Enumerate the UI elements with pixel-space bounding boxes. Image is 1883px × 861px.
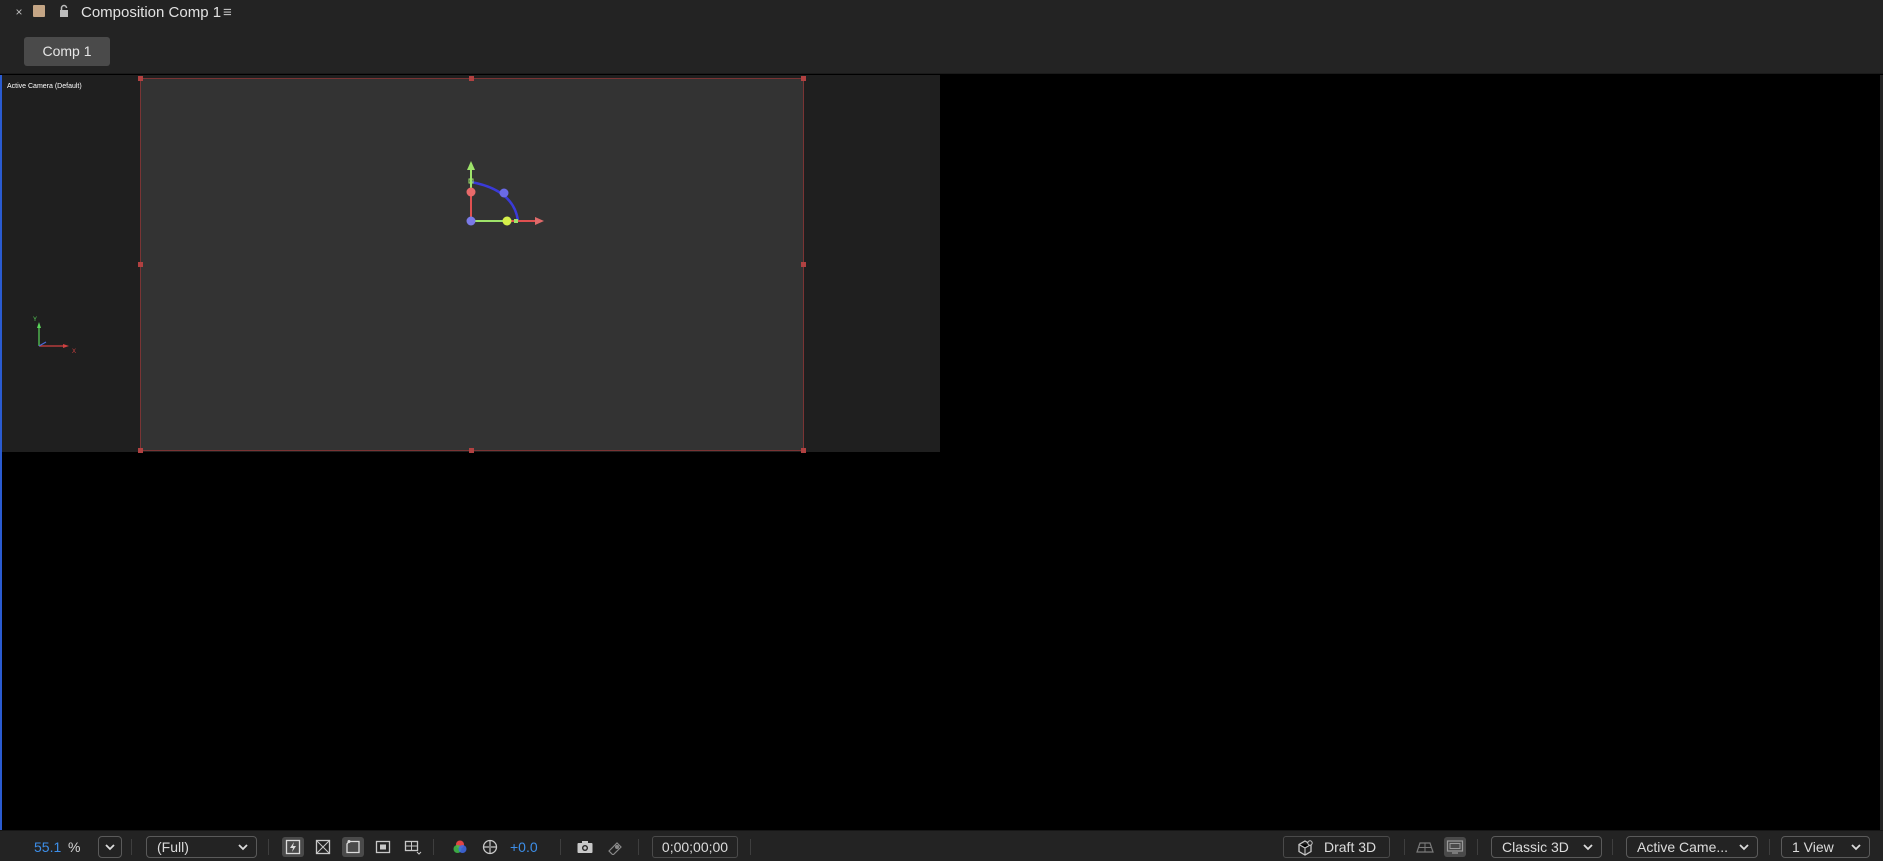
transparency-grid-icon[interactable] bbox=[312, 837, 334, 857]
panel-title: Composition Comp 1 bbox=[81, 4, 222, 21]
extended-viewer-icon[interactable] bbox=[1444, 837, 1466, 857]
view-layout-value: 1 View bbox=[1792, 839, 1834, 855]
comp-tab-row: Comp 1 bbox=[0, 24, 1883, 74]
separator bbox=[560, 839, 561, 855]
comp-view-area: Active Camera (Default) Y X bbox=[2, 75, 940, 453]
reset-exposure-icon[interactable] bbox=[479, 837, 501, 857]
separator bbox=[268, 839, 269, 855]
close-icon[interactable]: × bbox=[13, 5, 25, 19]
label-color-swatch[interactable] bbox=[33, 5, 45, 17]
mask-visibility-icon[interactable] bbox=[342, 837, 364, 857]
separator bbox=[1477, 839, 1478, 855]
separator bbox=[1404, 839, 1405, 855]
lock-icon[interactable] bbox=[58, 4, 70, 18]
separator bbox=[433, 839, 434, 855]
current-time-display[interactable]: 0;00;00;00 bbox=[652, 836, 738, 858]
y-handle-dot[interactable] bbox=[466, 187, 476, 197]
chevron-down-icon bbox=[1739, 844, 1749, 851]
resolution-dropdown[interactable]: (Full) bbox=[146, 836, 257, 858]
composition-viewer[interactable]: Active Camera (Default) Y X bbox=[2, 75, 1880, 830]
renderer-dropdown[interactable]: Classic 3D bbox=[1491, 836, 1602, 858]
separator bbox=[131, 839, 132, 855]
viewer-toolbar: 55.1 % (Full) +0.0 0;00;00;00 Draft 3D C… bbox=[0, 830, 1883, 861]
separator bbox=[638, 839, 639, 855]
panel-header: × Composition Comp 1 ≡ bbox=[0, 0, 1883, 24]
separator bbox=[1612, 839, 1613, 855]
zoom-unit: % bbox=[68, 839, 81, 855]
indicator-y-label: Y bbox=[33, 317, 37, 323]
region-of-interest-icon[interactable] bbox=[372, 837, 394, 857]
chevron-down-icon bbox=[105, 844, 115, 851]
camera-snapshot-icon[interactable] bbox=[574, 837, 596, 857]
exposure-value[interactable]: +0.0 bbox=[510, 837, 538, 857]
rotation-dot[interactable] bbox=[499, 188, 509, 198]
renderer-value: Classic 3D bbox=[1502, 839, 1569, 855]
indicator-x-arrow bbox=[63, 344, 69, 348]
chevron-down-icon bbox=[1851, 844, 1861, 851]
rotation-arc[interactable] bbox=[470, 180, 520, 222]
3d-ground-plane-icon[interactable] bbox=[1414, 837, 1436, 857]
draft-3d-button[interactable]: Draft 3D bbox=[1283, 836, 1390, 858]
show-snapshot-icon[interactable] bbox=[604, 837, 626, 857]
separator bbox=[750, 839, 751, 855]
x-handle-dot[interactable] bbox=[502, 216, 512, 226]
chevron-down-icon bbox=[1583, 844, 1593, 851]
draft-3d-icon bbox=[1298, 840, 1313, 856]
chevron-down-icon bbox=[238, 844, 248, 851]
x-axis-square[interactable] bbox=[514, 219, 518, 223]
y-axis-arrow[interactable] bbox=[467, 161, 475, 170]
tab-comp-1[interactable]: Comp 1 bbox=[24, 37, 110, 66]
indicator-x-label: X bbox=[72, 349, 76, 355]
x-axis-arrow[interactable] bbox=[535, 217, 544, 225]
separator bbox=[1769, 839, 1770, 855]
anchor-point[interactable] bbox=[466, 216, 476, 226]
fast-previews-icon[interactable] bbox=[282, 837, 304, 857]
draft-3d-label: Draft 3D bbox=[1324, 839, 1377, 855]
view-dropdown[interactable]: Active Came... bbox=[1626, 836, 1758, 858]
grid-guides-icon[interactable] bbox=[402, 837, 424, 857]
view-layout-dropdown[interactable]: 1 View bbox=[1781, 836, 1870, 858]
resolution-value: (Full) bbox=[157, 839, 189, 855]
view-value: Active Came... bbox=[1637, 839, 1729, 855]
indicator-y-arrow bbox=[37, 322, 41, 328]
channels-icon[interactable] bbox=[449, 837, 471, 857]
transform-gizmo[interactable]: Y X bbox=[2, 75, 940, 452]
panel-menu-icon[interactable]: ≡ bbox=[223, 4, 232, 21]
zoom-value[interactable]: 55.1 bbox=[34, 837, 61, 857]
zoom-dropdown[interactable] bbox=[98, 836, 122, 858]
